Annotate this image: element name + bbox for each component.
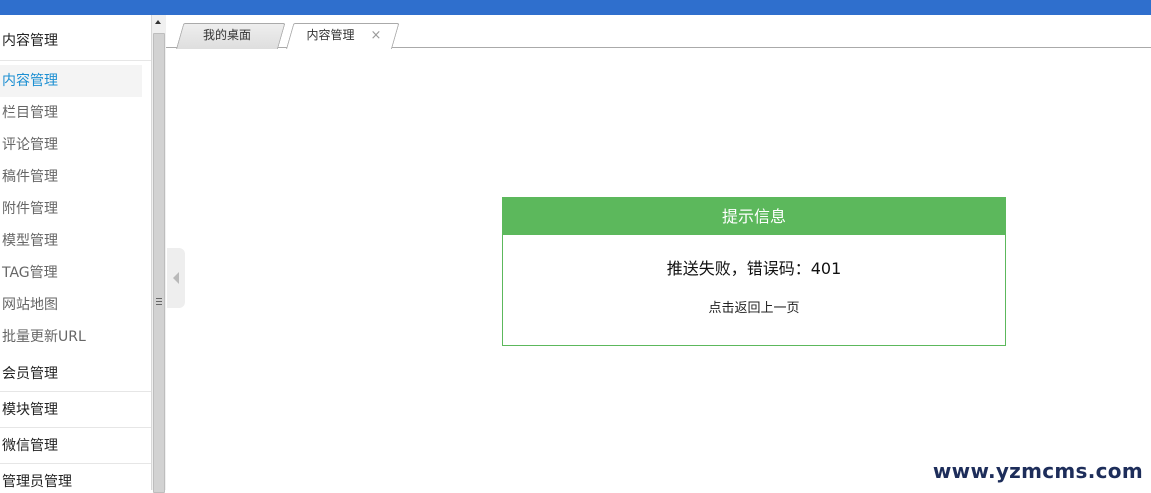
tab-label: 我的桌面 <box>202 28 251 42</box>
scrollbar-grip-icon <box>156 298 162 305</box>
message-box-title: 提示信息 <box>503 198 1005 235</box>
top-bar <box>0 0 1151 15</box>
sidebar-group-wechat[interactable]: 微信管理 <box>0 428 151 464</box>
close-icon[interactable]: × <box>371 28 382 43</box>
tab-my-desktop[interactable]: 我的桌面 <box>176 23 286 49</box>
scroll-up-arrow-icon[interactable] <box>155 20 161 24</box>
sidebar-group-module[interactable]: 模块管理 <box>0 392 151 428</box>
sidebar-item-batch-update-url[interactable]: 批量更新URL <box>0 321 142 353</box>
tab-label: 内容管理 <box>306 28 355 42</box>
sidebar-item-category-manage[interactable]: 栏目管理 <box>0 97 142 129</box>
message-box: 提示信息 推送失败，错误码：401 点击返回上一页 <box>502 197 1006 346</box>
sidebar-item-model-manage[interactable]: 模型管理 <box>0 225 142 257</box>
sidebar-scrollbar[interactable] <box>151 15 166 493</box>
sidebar-item-manuscript-manage[interactable]: 稿件管理 <box>0 161 142 193</box>
sidebar-item-tag-manage[interactable]: TAG管理 <box>0 257 142 289</box>
sidebar-group-member[interactable]: 会员管理 <box>0 356 151 392</box>
error-message: 推送失败，错误码：401 <box>666 259 842 278</box>
sidebar-item-content-manage[interactable]: 内容管理 <box>0 65 142 97</box>
sidebar-item-comment-manage[interactable]: 评论管理 <box>0 129 142 161</box>
sidebar-collapse-handle[interactable] <box>167 248 185 308</box>
chevron-left-icon <box>173 272 179 284</box>
sidebar: 内容管理 内容管理 栏目管理 评论管理 稿件管理 附件管理 模型管理 TAG管理… <box>0 15 151 490</box>
tab-content-manage[interactable]: 内容管理 × <box>286 23 400 49</box>
sidebar-group-content[interactable]: 内容管理 <box>0 15 151 61</box>
watermark-logo: www.yzmcms.com <box>932 459 1143 483</box>
sidebar-item-attachment-manage[interactable]: 附件管理 <box>0 193 142 225</box>
go-back-link[interactable]: 点击返回上一页 <box>503 297 1005 316</box>
tab-bar: 我的桌面 内容管理 × <box>166 15 1151 49</box>
sidebar-item-sitemap[interactable]: 网站地图 <box>0 289 142 321</box>
scrollbar-thumb[interactable] <box>153 33 165 493</box>
sidebar-group-admin[interactable]: 管理员管理 <box>0 464 151 490</box>
sidebar-sub-list: 内容管理 栏目管理 评论管理 稿件管理 附件管理 模型管理 TAG管理 网站地图… <box>0 65 151 353</box>
